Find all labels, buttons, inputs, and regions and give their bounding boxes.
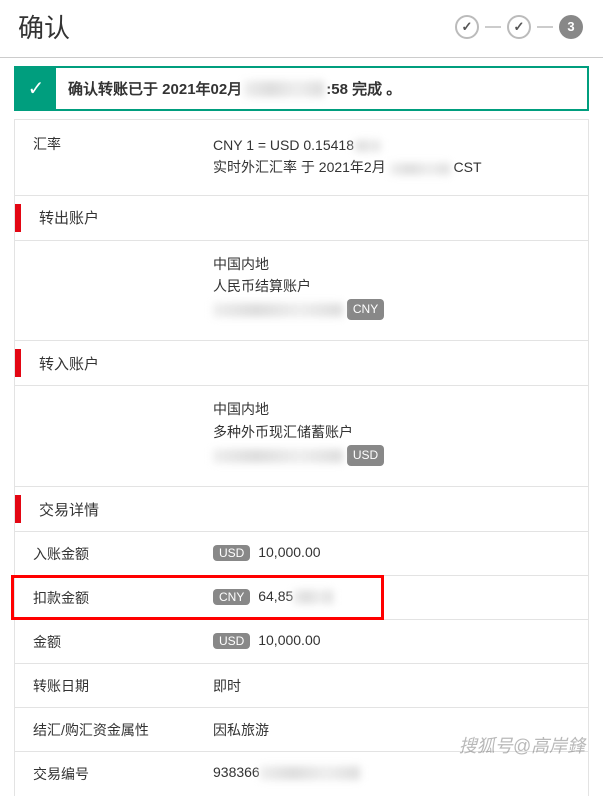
redacted-text	[390, 163, 450, 175]
page-title: 确认	[18, 8, 70, 45]
credit-amount: 10,000.00	[258, 544, 320, 560]
step-connector	[537, 26, 553, 28]
to-account-number: USD	[213, 443, 572, 466]
rate-label: 汇率	[33, 134, 213, 154]
check-icon: ✓	[16, 68, 56, 109]
currency-badge: USD	[347, 445, 384, 466]
row-exchange-rate: 汇率 CNY 1 = USD 0.15418 实时外汇汇率 于 2021年2月 …	[15, 120, 588, 196]
step-2-check-icon: ✓	[507, 15, 531, 39]
credit-value: USD 10,000.00	[213, 544, 572, 561]
debit-label: 扣款金额	[33, 588, 213, 608]
redacted-text	[293, 590, 333, 604]
purpose-label: 结汇/购汇资金属性	[33, 720, 213, 740]
purpose-value: 因私旅游	[213, 720, 572, 740]
step-1-check-icon: ✓	[455, 15, 479, 39]
row-from-account-details: 中国内地 人民币结算账户 CNY	[15, 241, 588, 342]
section-transaction-details: 交易详情	[14, 487, 588, 532]
txn-label: 交易编号	[33, 764, 213, 784]
rate-value: CNY 1 = USD 0.15418 实时外汇汇率 于 2021年2月 CST	[213, 134, 572, 179]
redacted-text	[213, 303, 343, 317]
from-account-number: CNY	[213, 298, 572, 321]
credit-label: 入账金额	[33, 544, 213, 564]
currency-badge: CNY	[213, 589, 250, 605]
redacted-text	[260, 766, 360, 780]
row-fund-purpose: 结汇/购汇资金属性 因私旅游	[15, 708, 588, 752]
row-amount: 金额 USD 10,000.00	[15, 620, 588, 664]
step-3-number: 3	[559, 15, 583, 39]
row-debit-amount-highlighted: 扣款金额 CNY 64,85	[15, 576, 588, 620]
section-from-account: 转出账户	[14, 196, 588, 241]
from-account-type: 人民币结算账户	[213, 275, 572, 297]
section-marker	[15, 495, 21, 523]
txn-value: 938366	[213, 764, 572, 780]
row-to-account-details: 中国内地 多种外币现汇储蓄账户 USD	[15, 386, 588, 487]
amount-label: 金额	[33, 632, 213, 652]
to-region: 中国内地	[213, 398, 572, 420]
from-region: 中国内地	[213, 253, 572, 275]
rate-line1: CNY 1 = USD 0.15418	[213, 134, 572, 156]
txn-number: 938366	[213, 764, 260, 780]
currency-badge: USD	[213, 545, 250, 561]
alert-suffix: :58 完成 。	[326, 78, 401, 99]
currency-badge: CNY	[347, 299, 384, 320]
redacted-text	[213, 449, 343, 463]
section-marker	[15, 349, 21, 377]
date-value: 即时	[213, 676, 572, 696]
date-label: 转账日期	[33, 676, 213, 696]
page-header: 确认 ✓ ✓ 3	[0, 0, 603, 58]
redacted-text	[354, 140, 380, 152]
row-transaction-id: 交易编号 938366	[15, 752, 588, 796]
to-heading: 转入账户	[39, 353, 99, 374]
step-indicator: ✓ ✓ 3	[455, 15, 583, 39]
details-card: 汇率 CNY 1 = USD 0.15418 实时外汇汇率 于 2021年2月 …	[14, 119, 589, 796]
alert-prefix: 确认转账已于 2021年02月	[68, 78, 242, 99]
from-heading: 转出账户	[39, 207, 99, 228]
row-transfer-date: 转账日期 即时	[15, 664, 588, 708]
amount-value: USD 10,000.00	[213, 632, 572, 649]
alert-message: 确认转账已于 2021年02月 :58 完成 。	[56, 68, 413, 109]
debit-amount: 64,85	[258, 588, 293, 604]
amount-text: 10,000.00	[258, 632, 320, 648]
step-connector	[485, 26, 501, 28]
debit-value: CNY 64,85	[213, 588, 572, 605]
rate-line2: 实时外汇汇率 于 2021年2月 CST	[213, 156, 572, 178]
details-heading: 交易详情	[39, 499, 99, 520]
section-marker	[15, 204, 21, 232]
section-to-account: 转入账户	[14, 341, 588, 386]
redacted-text	[244, 81, 324, 97]
to-account-type: 多种外币现汇储蓄账户	[213, 421, 572, 443]
success-alert: ✓ 确认转账已于 2021年02月 :58 完成 。	[14, 66, 589, 111]
currency-badge: USD	[213, 633, 250, 649]
row-credit-amount: 入账金额 USD 10,000.00	[15, 532, 588, 576]
